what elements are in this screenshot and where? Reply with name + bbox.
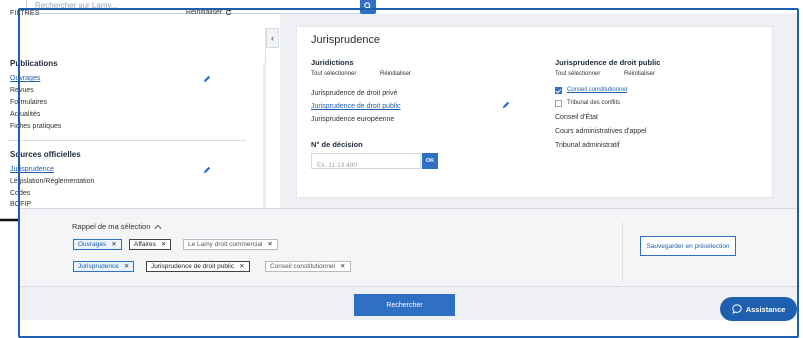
app-frame-border [18,8,799,338]
app-screen: Rechercher sur Lamy... FILTRES Réinitial… [0,0,803,338]
